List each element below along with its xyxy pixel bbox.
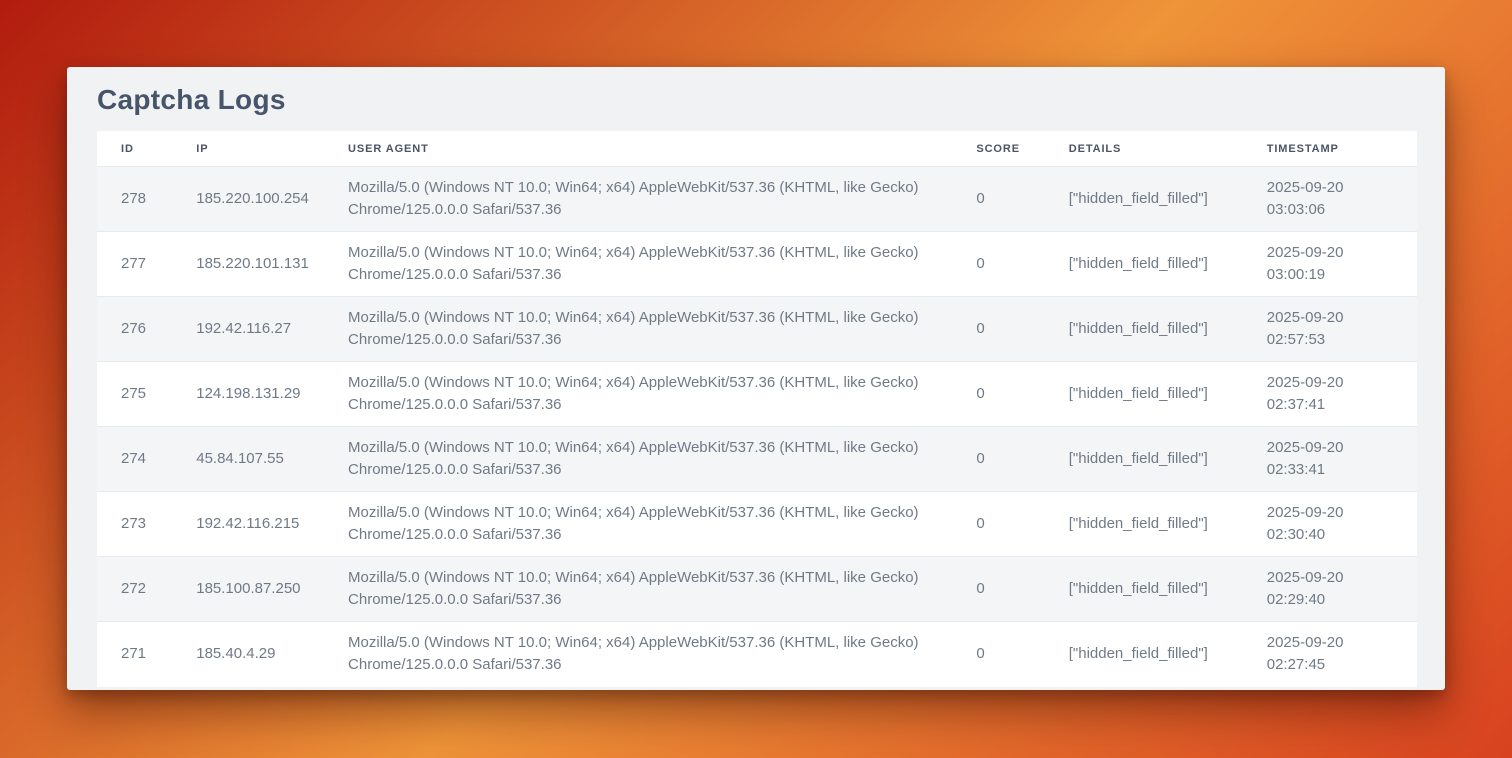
cell-id: 277 bbox=[97, 232, 172, 297]
cell-ip: 192.42.116.215 bbox=[172, 492, 324, 557]
cell-timestamp: 2025-09-20 03:03:06 bbox=[1243, 167, 1417, 232]
cell-details: ["hidden_field_filled"] bbox=[1045, 492, 1243, 557]
table-header: ID IP USER AGENT SCORE DETAILS TIMESTAMP bbox=[97, 131, 1417, 167]
cell-score: 0 bbox=[952, 622, 1044, 687]
cell-ip: 45.84.107.55 bbox=[172, 427, 324, 492]
cell-user-agent: Mozilla/5.0 (Windows NT 10.0; Win64; x64… bbox=[324, 427, 952, 492]
cell-id: 272 bbox=[97, 557, 172, 622]
cell-id: 274 bbox=[97, 427, 172, 492]
cell-score: 0 bbox=[952, 427, 1044, 492]
cell-user-agent: Mozilla/5.0 (Windows NT 10.0; Win64; x64… bbox=[324, 557, 952, 622]
cell-ip: 185.220.100.254 bbox=[172, 167, 324, 232]
page-title: Captcha Logs bbox=[67, 67, 1445, 131]
table-row: 271 185.40.4.29 Mozilla/5.0 (Windows NT … bbox=[97, 622, 1417, 687]
cell-timestamp: 2025-09-20 03:00:19 bbox=[1243, 232, 1417, 297]
cell-user-agent: Mozilla/5.0 (Windows NT 10.0; Win64; x64… bbox=[324, 492, 952, 557]
cell-id: 276 bbox=[97, 297, 172, 362]
cell-details: ["hidden_field_filled"] bbox=[1045, 297, 1243, 362]
cell-timestamp: 2025-09-20 02:29:40 bbox=[1243, 557, 1417, 622]
captcha-log-table: ID IP USER AGENT SCORE DETAILS TIMESTAMP… bbox=[97, 131, 1417, 687]
table-row: 272 185.100.87.250 Mozilla/5.0 (Windows … bbox=[97, 557, 1417, 622]
cell-score: 0 bbox=[952, 297, 1044, 362]
cell-ip: 185.40.4.29 bbox=[172, 622, 324, 687]
cell-user-agent: Mozilla/5.0 (Windows NT 10.0; Win64; x64… bbox=[324, 297, 952, 362]
cell-id: 275 bbox=[97, 362, 172, 427]
cell-timestamp: 2025-09-20 02:30:40 bbox=[1243, 492, 1417, 557]
cell-details: ["hidden_field_filled"] bbox=[1045, 232, 1243, 297]
cell-user-agent: Mozilla/5.0 (Windows NT 10.0; Win64; x64… bbox=[324, 622, 952, 687]
table-row: 273 192.42.116.215 Mozilla/5.0 (Windows … bbox=[97, 492, 1417, 557]
cell-timestamp: 2025-09-20 02:27:45 bbox=[1243, 622, 1417, 687]
table-row: 274 45.84.107.55 Mozilla/5.0 (Windows NT… bbox=[97, 427, 1417, 492]
table-row: 277 185.220.101.131 Mozilla/5.0 (Windows… bbox=[97, 232, 1417, 297]
column-header-timestamp: TIMESTAMP bbox=[1243, 131, 1417, 167]
cell-timestamp: 2025-09-20 02:37:41 bbox=[1243, 362, 1417, 427]
cell-score: 0 bbox=[952, 557, 1044, 622]
column-header-score: SCORE bbox=[952, 131, 1044, 167]
log-table-body: 278 185.220.100.254 Mozilla/5.0 (Windows… bbox=[97, 167, 1417, 687]
cell-details: ["hidden_field_filled"] bbox=[1045, 427, 1243, 492]
captcha-logs-card: Captcha Logs ID IP USER AGENT SCORE DETA… bbox=[67, 67, 1445, 690]
column-header-ip: IP bbox=[172, 131, 324, 167]
cell-ip: 185.100.87.250 bbox=[172, 557, 324, 622]
cell-user-agent: Mozilla/5.0 (Windows NT 10.0; Win64; x64… bbox=[324, 362, 952, 427]
cell-ip: 192.42.116.27 bbox=[172, 297, 324, 362]
cell-score: 0 bbox=[952, 232, 1044, 297]
cell-score: 0 bbox=[952, 362, 1044, 427]
cell-timestamp: 2025-09-20 02:33:41 bbox=[1243, 427, 1417, 492]
cell-details: ["hidden_field_filled"] bbox=[1045, 167, 1243, 232]
cell-user-agent: Mozilla/5.0 (Windows NT 10.0; Win64; x64… bbox=[324, 167, 952, 232]
desktop-background: { "page": { "title": "Captcha Logs" }, "… bbox=[0, 0, 1512, 758]
table-header-row: ID IP USER AGENT SCORE DETAILS TIMESTAMP bbox=[97, 131, 1417, 167]
cell-ip: 185.220.101.131 bbox=[172, 232, 324, 297]
cell-id: 278 bbox=[97, 167, 172, 232]
log-table-container: ID IP USER AGENT SCORE DETAILS TIMESTAMP… bbox=[67, 131, 1445, 687]
table-row: 278 185.220.100.254 Mozilla/5.0 (Windows… bbox=[97, 167, 1417, 232]
cell-score: 0 bbox=[952, 167, 1044, 232]
column-header-id: ID bbox=[97, 131, 172, 167]
cell-timestamp: 2025-09-20 02:57:53 bbox=[1243, 297, 1417, 362]
table-row: 276 192.42.116.27 Mozilla/5.0 (Windows N… bbox=[97, 297, 1417, 362]
cell-score: 0 bbox=[952, 492, 1044, 557]
cell-details: ["hidden_field_filled"] bbox=[1045, 362, 1243, 427]
cell-id: 271 bbox=[97, 622, 172, 687]
column-header-details: DETAILS bbox=[1045, 131, 1243, 167]
column-header-user-agent: USER AGENT bbox=[324, 131, 952, 167]
cell-user-agent: Mozilla/5.0 (Windows NT 10.0; Win64; x64… bbox=[324, 232, 952, 297]
cell-id: 273 bbox=[97, 492, 172, 557]
cell-details: ["hidden_field_filled"] bbox=[1045, 622, 1243, 687]
cell-ip: 124.198.131.29 bbox=[172, 362, 324, 427]
cell-details: ["hidden_field_filled"] bbox=[1045, 557, 1243, 622]
table-row: 275 124.198.131.29 Mozilla/5.0 (Windows … bbox=[97, 362, 1417, 427]
